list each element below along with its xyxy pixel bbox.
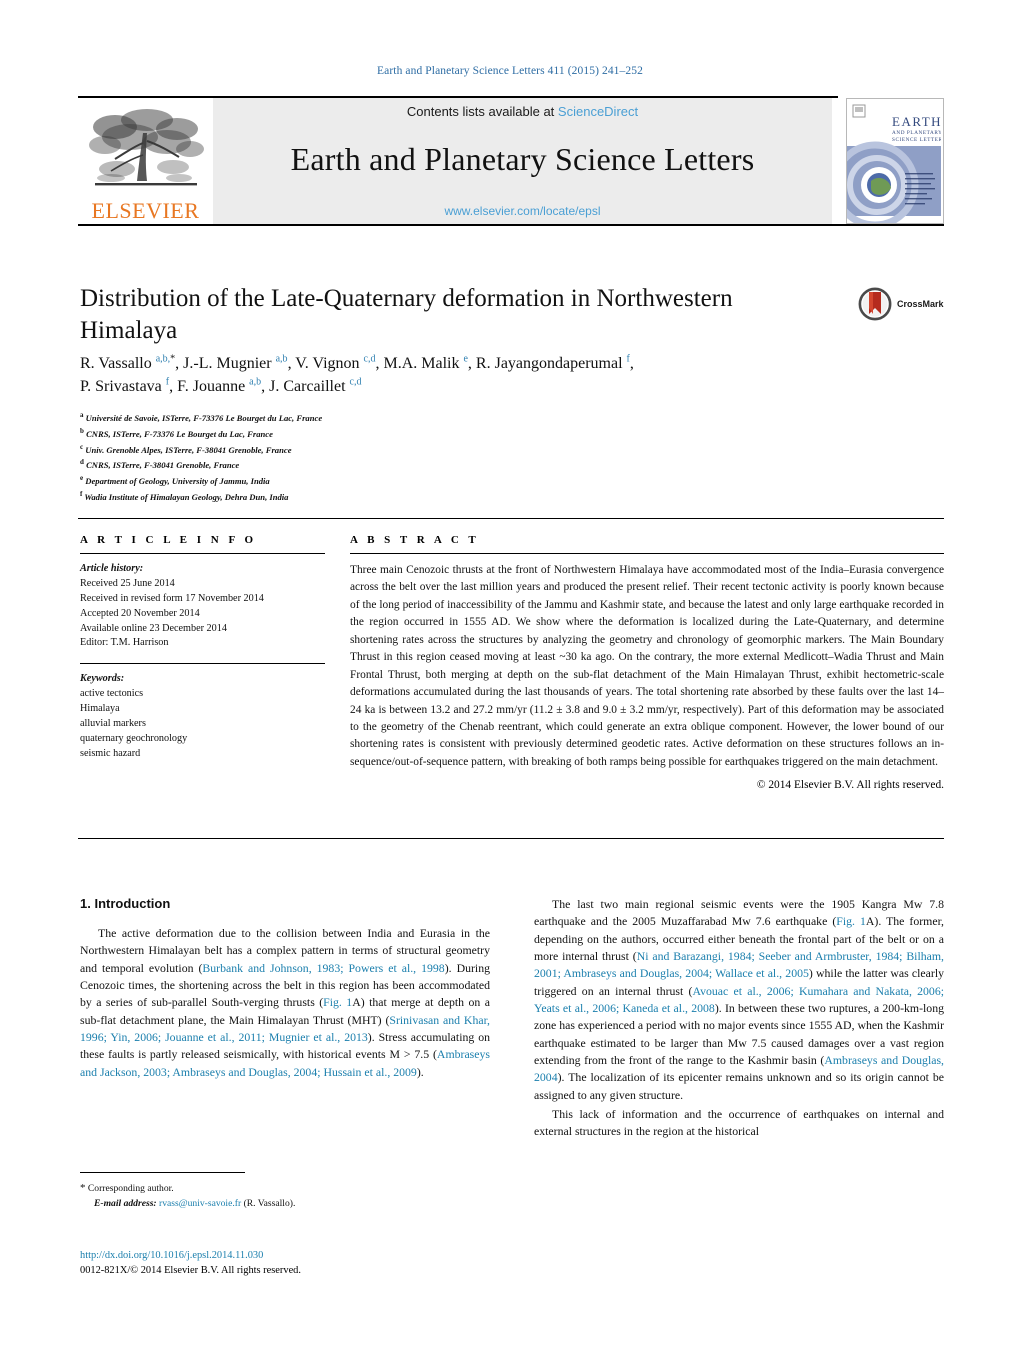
cover-title-earth: EARTH <box>892 114 941 129</box>
article-info-heading: A R T I C L E I N F O <box>80 534 257 546</box>
body-column-right: The last two main regional seismic event… <box>534 896 944 1143</box>
elsevier-wordmark: ELSEVIER <box>91 198 200 223</box>
author-line-1: R. Vassallo a,b,*, J.-L. Mugnier a,b, V.… <box>80 353 634 372</box>
keyword-item: seismic hazard <box>80 747 141 759</box>
article-info-rule <box>80 553 325 554</box>
abstract-text: Three main Cenozoic thrusts at the front… <box>350 564 944 768</box>
contents-prefix: Contents lists available at <box>406 104 555 119</box>
paragraph: The last two main regional seismic event… <box>534 897 945 1102</box>
affiliation-mark: d <box>80 458 84 467</box>
article-history-block: Article history: Received 25 June 2014 R… <box>80 562 325 651</box>
doi-block: http://dx.doi.org/10.1016/j.epsl.2014.11… <box>80 1248 510 1278</box>
affiliation-mark: f <box>80 489 83 498</box>
crossmark-label: CrossMark <box>897 299 944 309</box>
journal-title: Earth and Planetary Science Letters <box>290 141 755 177</box>
keyword-item: Himalaya <box>80 703 120 715</box>
email-label: E-mail address: <box>94 1197 157 1209</box>
affiliation-mark: b <box>80 426 84 435</box>
affiliation-text: CNRS, ISTerre, F-73376 Le Bourget du Lac… <box>86 428 273 439</box>
affiliation-item: e Department of Geology, University of J… <box>80 473 680 489</box>
abstract-rule <box>350 553 944 554</box>
footnote-rule <box>80 1172 245 1173</box>
paragraph: The active deformation due to the collis… <box>80 926 490 1079</box>
email-owner: (R. Vassallo). <box>243 1197 296 1209</box>
sciencedirect-link[interactable]: ScienceDirect <box>558 104 638 119</box>
running-head: Earth and Planetary Science Letters 411 … <box>377 65 643 77</box>
keyword-item: quaternary geochronology <box>80 732 188 744</box>
paragraph: This lack of information and the occurre… <box>534 1106 944 1139</box>
email-link[interactable]: rvass@univ-savoie.fr <box>159 1198 241 1209</box>
corresponding-author-text: Corresponding author. <box>87 1183 174 1194</box>
body-columns: 1. Introduction The active deformation d… <box>80 896 944 1143</box>
journal-homepage-link[interactable]: www.elsevier.com/locate/epsl <box>444 204 600 218</box>
affiliation-mark: e <box>80 474 84 483</box>
affiliation-item: c Univ. Grenoble Alpes, ISTerre, F-38041… <box>80 442 680 458</box>
history-item: Editor: T.M. Harrison <box>80 637 169 649</box>
page-title: Distribution of the Late-Quaternary defo… <box>80 285 733 344</box>
author-list: R. Vassallo a,b,*, J.-L. Mugnier a,b, V.… <box>80 352 870 398</box>
elsevier-tree-icon <box>88 109 204 186</box>
crossmark-icon <box>858 287 892 321</box>
abstract-heading: A B S T R A C T <box>350 534 480 546</box>
affiliation-item: b CNRS, ISTerre, F-73376 Le Bourget du L… <box>80 426 680 442</box>
corresponding-author-note: * Corresponding author. <box>80 1180 500 1197</box>
footnote-block: * Corresponding author. E-mail address: … <box>80 1180 500 1211</box>
issn-copyright-line: 0012-821X/© 2014 Elsevier B.V. All right… <box>80 1265 301 1277</box>
affiliation-mark: a <box>80 411 84 419</box>
asterisk-icon: * <box>80 1182 86 1194</box>
affiliation-list: a Université de Savoie, ISTerre, F-73376… <box>80 410 680 505</box>
journal-masthead: ELSEVIER Contents lists available at Sci… <box>78 96 944 226</box>
doi-link[interactable]: http://dx.doi.org/10.1016/j.epsl.2014.11… <box>80 1250 263 1261</box>
affiliation-item: d CNRS, ISTerre, F-38041 Grenoble, Franc… <box>80 457 680 473</box>
masthead-bottom-rule <box>78 224 944 226</box>
affiliation-item: a Université de Savoie, ISTerre, F-73376… <box>80 410 680 426</box>
affiliation-text: Wadia Institute of Himalayan Geology, De… <box>84 491 289 502</box>
section-heading-introduction: 1. Introduction <box>80 896 171 911</box>
affiliation-text: Université de Savoie, ISTerre, F-73376 L… <box>85 412 323 423</box>
journal-cover-thumbnail: EARTH AND PLANETARY SCIENCE LETTERS <box>846 98 944 224</box>
elsevier-logo: ELSEVIER <box>78 98 213 224</box>
abstract-copyright: © 2014 Elsevier B.V. All rights reserved… <box>756 779 944 792</box>
email-note: E-mail address: rvass@univ-savoie.fr (R.… <box>94 1197 500 1211</box>
affiliation-text: Department of Geology, University of Jam… <box>85 475 270 486</box>
crossmark-badge[interactable]: CrossMark <box>858 287 944 321</box>
contents-available-line: Contents lists available at ScienceDirec… <box>407 104 638 119</box>
keywords-label: Keywords: <box>80 673 125 685</box>
article-info-column: A R T I C L E I N F O Article history: R… <box>80 534 325 762</box>
keyword-item: alluvial markers <box>80 718 146 730</box>
keyword-item: active tectonics <box>80 688 144 700</box>
history-item: Available online 23 December 2014 <box>80 622 227 634</box>
history-item: Received 25 June 2014 <box>80 577 175 589</box>
cover-title-and-planetary: AND PLANETARY <box>892 130 941 136</box>
cover-title-science-letters: SCIENCE LETTERS <box>892 137 941 143</box>
info-band-top-rule <box>78 518 944 519</box>
affiliation-text: CNRS, ISTerre, F-38041 Grenoble, France <box>86 460 240 471</box>
abstract-column: A B S T R A C T Three main Cenozoic thru… <box>350 534 944 791</box>
body-column-left: 1. Introduction The active deformation d… <box>80 896 490 1143</box>
keywords-rule <box>80 663 325 665</box>
history-item: Received in revised form 17 November 201… <box>80 592 264 604</box>
article-page: Earth and Planetary Science Letters 411 … <box>0 0 1020 1351</box>
affiliation-mark: c <box>80 442 84 451</box>
history-item: Accepted 20 November 2014 <box>80 607 200 619</box>
affiliation-item: f Wadia Institute of Himalayan Geology, … <box>80 489 680 505</box>
author-line-2: P. Srivastava f, F. Jouanne a,b, J. Carc… <box>80 376 362 396</box>
affiliation-text: Univ. Grenoble Alpes, ISTerre, F-38041 G… <box>85 444 292 455</box>
masthead-center: Contents lists available at ScienceDirec… <box>213 98 832 224</box>
article-history-label: Article history: <box>80 563 144 574</box>
journal-cover-image: EARTH AND PLANETARY SCIENCE LETTERS <box>847 99 943 223</box>
keywords-block: Keywords: active tectonics Himalaya allu… <box>80 672 325 761</box>
info-band-bottom-rule <box>78 838 944 839</box>
